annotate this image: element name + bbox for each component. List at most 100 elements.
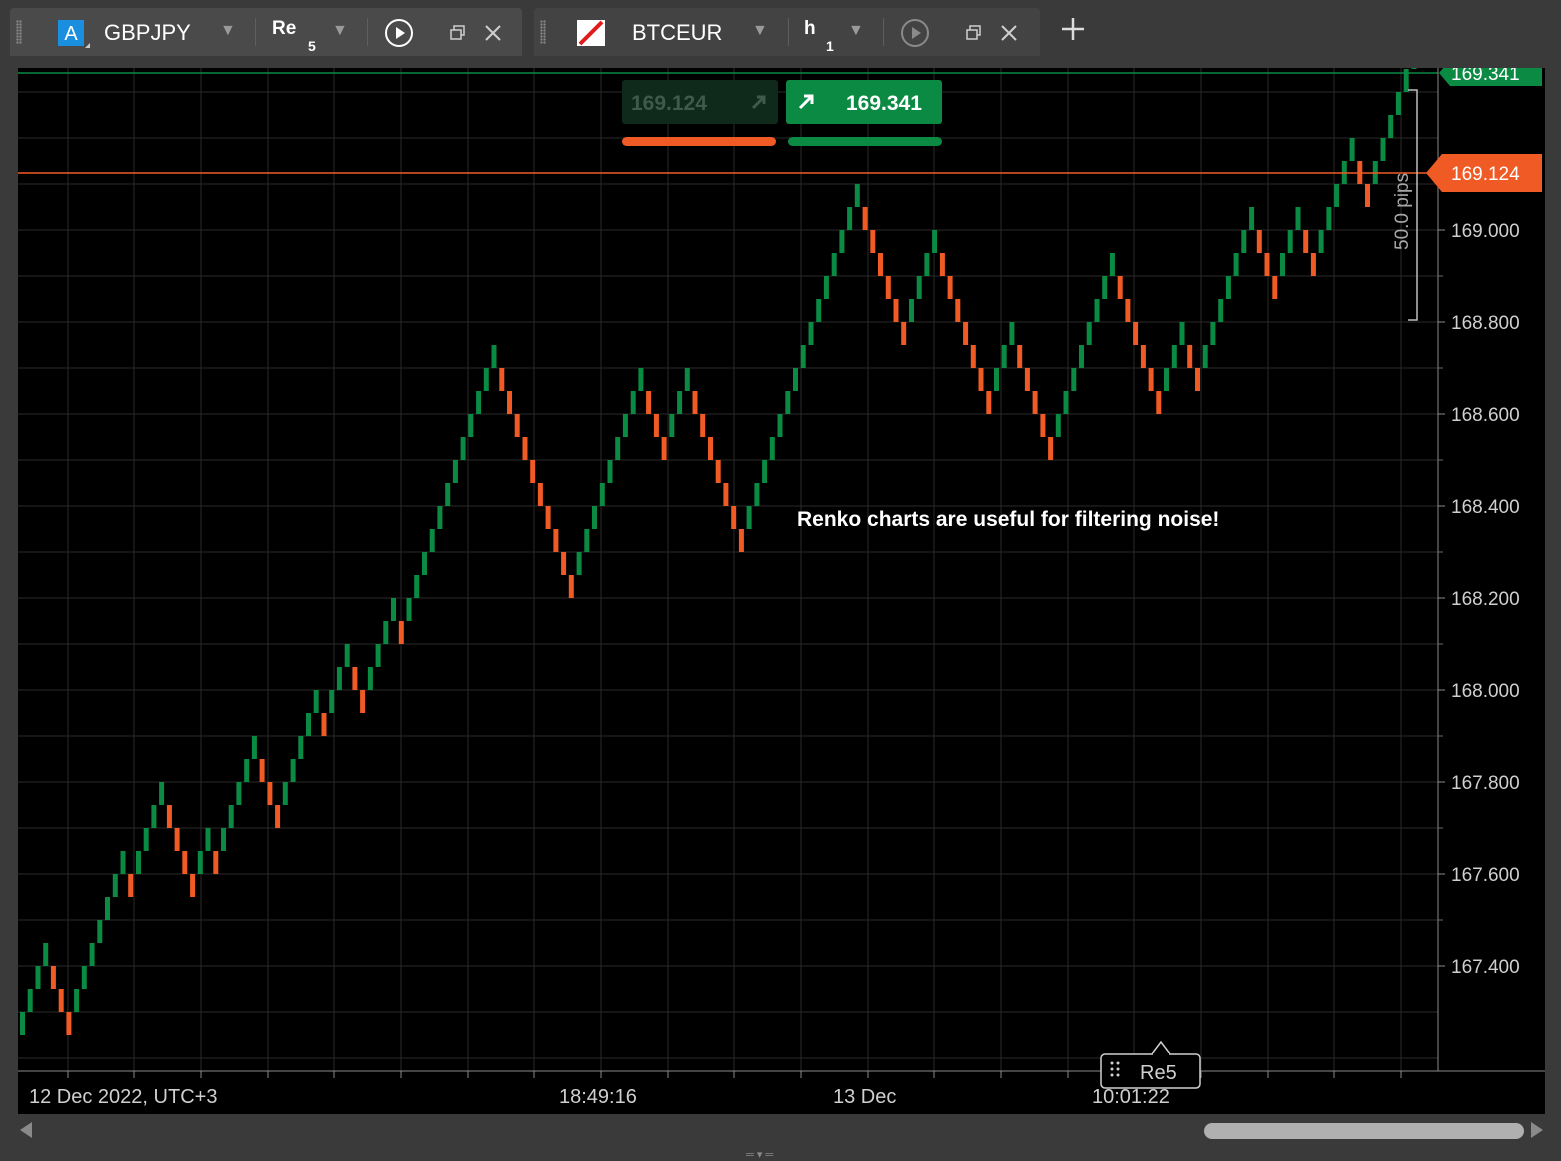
renko-brick-down — [66, 1012, 72, 1035]
renko-brick-down — [360, 690, 366, 713]
renko-brick-down — [661, 437, 667, 460]
renko-brick-up — [777, 414, 783, 437]
renko-brick-down — [1264, 253, 1270, 276]
renko-brick-up — [1395, 92, 1401, 115]
scroll-left-arrow-icon[interactable] — [20, 1122, 32, 1138]
pips-ruler[interactable]: 50.0 pips — [1392, 89, 1418, 321]
close-icon[interactable] — [994, 18, 1024, 48]
close-icon[interactable] — [478, 18, 508, 48]
buy-button[interactable]: 169.341 — [786, 80, 942, 146]
scroll-right-arrow-icon[interactable] — [1531, 1122, 1543, 1138]
panel-resize-handle-icon[interactable]: ═ ▾ ═ — [746, 1148, 806, 1161]
renko-brick-up — [1233, 253, 1239, 276]
renko-brick-up — [769, 437, 775, 460]
renko-brick-down — [182, 851, 188, 874]
scroll-thumb[interactable] — [1204, 1123, 1524, 1139]
renko-brick-up — [483, 368, 489, 391]
renko-brick-up — [143, 828, 149, 851]
renko-brick-up — [290, 759, 296, 782]
renko-brick-up — [793, 368, 798, 391]
renko-brick-up — [81, 966, 87, 989]
renko-brick-up — [228, 805, 234, 828]
renko-brick-down — [893, 299, 899, 322]
horizontal-scrollbar[interactable] — [18, 1114, 1545, 1148]
detach-window-icon[interactable] — [444, 18, 474, 48]
renko-brick-up — [391, 598, 396, 621]
bid-price-tag-text: 169.124 — [1451, 164, 1520, 185]
renko-brick-up — [406, 598, 412, 621]
renko-brick-up — [282, 782, 288, 805]
renko-brick-up — [244, 759, 250, 782]
renko-brick-up — [120, 851, 126, 874]
renko-brick-down — [723, 483, 729, 506]
grid-lines — [18, 68, 1438, 1078]
timeframe-dropdown-chevron-icon[interactable]: ▼ — [332, 22, 348, 40]
chart-area[interactable]: 169.000 168.800 168.600 168.400 168.200 168.0… — [18, 23, 1545, 1114]
renko-brick-down — [885, 276, 891, 299]
timeframe-label[interactable]: h — [804, 18, 816, 40]
renko-brick-down — [955, 299, 961, 322]
tab-symbol[interactable]: BTCEUR — [632, 20, 722, 46]
price-axis[interactable]: 169.000 168.800 168.600 168.400 168.200 168.0… — [1438, 183, 1520, 978]
renko-brick-up — [1249, 207, 1255, 230]
chart-type-tag-label: Re5 — [1140, 1062, 1177, 1084]
renko-brick-down — [1048, 437, 1054, 460]
sell-bar — [622, 137, 776, 146]
renko-chart[interactable]: 169.000 168.800 168.600 168.400 168.200 168.0… — [18, 23, 1545, 1114]
renko-brick-down — [530, 460, 536, 483]
renko-brick-up — [429, 529, 435, 552]
sell-button[interactable]: 169.124 — [622, 80, 778, 146]
renko-brick-down — [1133, 322, 1139, 345]
play-icon[interactable] — [384, 18, 414, 48]
chart-annotation[interactable]: Renko charts are useful for filtering no… — [797, 508, 1219, 531]
renko-brick-up — [816, 299, 822, 322]
renko-brick-up — [1102, 276, 1108, 299]
sell-price: 169.124 — [631, 92, 707, 115]
renko-brick-up — [1071, 368, 1077, 391]
renko-brick-up — [924, 253, 930, 276]
renko-brick-down — [653, 414, 659, 437]
renko-brick-down — [1310, 253, 1316, 276]
renko-brick-up — [1086, 322, 1092, 345]
renko-brick-up — [1009, 322, 1015, 345]
renko-brick-up — [599, 483, 605, 506]
divider — [788, 18, 789, 46]
timeframe-label[interactable]: Re — [272, 18, 296, 40]
drag-handle-icon[interactable] — [16, 20, 22, 44]
renko-brick-up — [205, 828, 211, 851]
tab-gbpjpy[interactable]: A GBPJPY ▼ Re 5 ▼ — [10, 8, 522, 56]
ask-price-tag-text: 169.341 — [1451, 68, 1520, 85]
renko-brick-up — [1388, 115, 1394, 138]
renko-brick-down — [862, 207, 868, 230]
renko-brick-up — [136, 851, 141, 874]
buy-bar — [788, 137, 942, 146]
play-icon[interactable] — [900, 18, 930, 48]
divider — [255, 18, 256, 46]
renko-brick-up — [576, 552, 582, 575]
renko-brick-down — [878, 253, 883, 276]
add-chart-icon[interactable] — [1058, 14, 1088, 44]
detach-window-icon[interactable] — [960, 18, 990, 48]
price-label: 168.800 — [1451, 313, 1520, 334]
renko-brick-up — [336, 667, 342, 690]
renko-brick-up — [476, 391, 482, 414]
renko-brick-down — [963, 322, 969, 345]
symbol-dropdown-chevron-icon[interactable]: ▼ — [220, 22, 236, 40]
timeframe-dropdown-chevron-icon[interactable]: ▼ — [848, 22, 864, 40]
price-label: 167.600 — [1451, 865, 1520, 886]
renko-brick-up — [684, 368, 690, 391]
renko-brick-down — [166, 805, 172, 828]
chart-type-tag[interactable]: Re5 — [1100, 1040, 1201, 1089]
renko-brick-up — [615, 437, 621, 460]
drag-handle-icon[interactable] — [540, 20, 546, 44]
tab-btceur[interactable]: BTCEUR ▼ h 1 ▼ — [534, 8, 1040, 56]
price-label: 168.200 — [1451, 589, 1520, 610]
renko-brick-up — [43, 943, 49, 966]
tab-symbol[interactable]: GBPJPY — [104, 20, 191, 46]
pips-ruler-label: 50.0 pips — [1392, 173, 1413, 250]
symbol-dropdown-chevron-icon[interactable]: ▼ — [752, 22, 768, 40]
tab-bar: A GBPJPY ▼ Re 5 ▼ BTCEUR ▼ h 1 ▼ — [0, 0, 1561, 64]
time-axis[interactable]: 12 Dec 2022, UTC+3 18:49:16 13 Dec 10:01… — [29, 1086, 1170, 1108]
renko-brick-down — [275, 805, 281, 828]
renko-brick-down — [190, 874, 196, 897]
